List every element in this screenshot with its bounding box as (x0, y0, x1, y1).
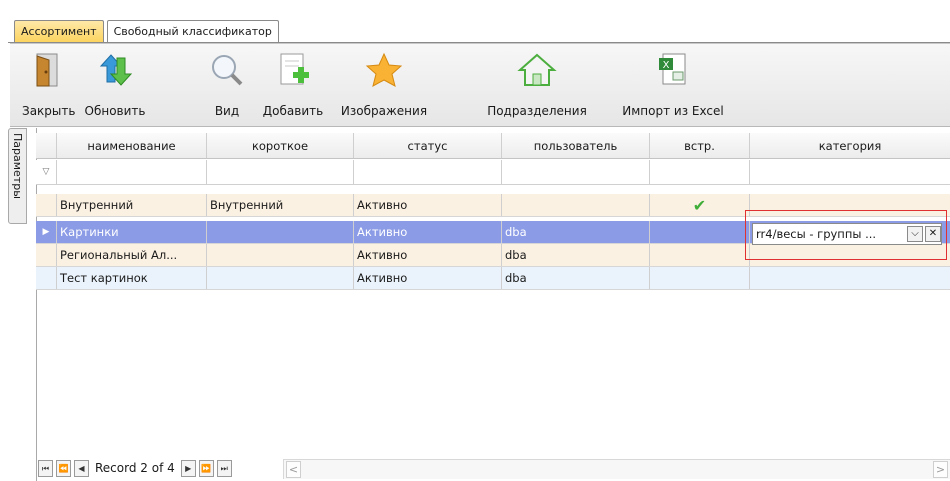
ribbon-toolbar: Закрыть Обновить Вид Добавить Изображени… (10, 43, 950, 127)
table-row[interactable]: Тест картинок Активно dba (36, 267, 950, 290)
cell-user[interactable] (502, 194, 650, 216)
category-combobox-value: rr4/весы - группы ... (756, 227, 877, 241)
column-header-builtin[interactable]: встр. (650, 133, 750, 158)
checkmark-icon[interactable]: ✔ (650, 194, 750, 216)
first-record-icon[interactable]: ⏮ (38, 459, 53, 477)
row-pointer-icon: ▶ (36, 221, 57, 243)
cell-status[interactable]: Активно (354, 221, 502, 243)
images-button[interactable]: Изображения (338, 44, 430, 128)
cell-user[interactable]: dba (502, 221, 650, 243)
view-button[interactable]: Вид (208, 44, 246, 128)
refresh-arrows-icon (99, 54, 133, 86)
column-header-short[interactable]: короткое (207, 133, 354, 158)
parameters-label: Параметры (11, 133, 24, 199)
parameters-side-tab[interactable]: Параметры (8, 128, 27, 224)
header-indicator (36, 133, 57, 158)
filter-cell-status[interactable] (354, 160, 502, 184)
column-header-user[interactable]: пользователь (502, 133, 650, 158)
row-indicator (36, 194, 57, 216)
next-record-icon[interactable]: ▶ (180, 459, 196, 477)
next-page-icon[interactable]: ⏩ (198, 459, 214, 477)
cell-status[interactable]: Активно (354, 194, 502, 216)
prev-record-icon[interactable]: ◀ (74, 459, 89, 477)
house-icon (517, 53, 557, 86)
images-label: Изображения (340, 104, 428, 118)
tab-strip: Ассортимент Свободный классификатор (14, 20, 282, 43)
cell-name[interactable]: Тест картинок (57, 267, 207, 289)
horizontal-scrollbar[interactable]: < > (283, 459, 950, 479)
filter-icon: ▽ (36, 160, 57, 184)
add-button[interactable]: Добавить (256, 44, 330, 128)
cell-user[interactable]: dba (502, 267, 650, 289)
cell-name[interactable]: Картинки (57, 221, 207, 243)
filter-cell-short[interactable] (207, 160, 354, 184)
filter-cell-category[interactable] (750, 160, 950, 184)
cell-status[interactable]: Активно (354, 267, 502, 289)
add-document-icon (280, 53, 309, 85)
cell-short[interactable] (207, 244, 354, 266)
cell-builtin[interactable] (650, 267, 750, 289)
cell-short[interactable]: Внутренний (207, 194, 354, 216)
departments-label: Подразделения (487, 104, 587, 118)
door-icon (36, 53, 58, 87)
tab-free-classifier[interactable]: Свободный классификатор (106, 20, 279, 43)
cell-builtin[interactable] (650, 221, 750, 243)
filter-cell-user[interactable] (502, 160, 650, 184)
close-button[interactable]: Закрыть (22, 44, 76, 128)
svg-text:X: X (663, 60, 670, 71)
cell-status[interactable]: Активно (354, 244, 502, 266)
prev-page-icon[interactable]: ⏪ (56, 459, 71, 477)
cell-user[interactable]: dba (502, 244, 650, 266)
refresh-label: Обновить (84, 104, 146, 118)
tab-assortment[interactable]: Ассортимент (14, 20, 104, 43)
import-excel-label: Импорт из Excel (622, 104, 724, 118)
close-icon[interactable]: ✕ (925, 226, 941, 242)
cell-short[interactable] (207, 267, 354, 289)
add-label: Добавить (262, 104, 324, 118)
filter-row: ▽ (36, 160, 950, 185)
refresh-button[interactable]: Обновить (80, 44, 150, 128)
filter-cell-builtin[interactable] (650, 160, 750, 184)
import-excel-button[interactable]: X Импорт из Excel (614, 44, 732, 128)
scroll-right-icon[interactable]: > (933, 461, 948, 478)
departments-button[interactable]: Подразделения (480, 44, 594, 128)
column-header-status[interactable]: статус (354, 133, 502, 158)
magnifier-icon (212, 55, 243, 86)
column-header-name[interactable]: наименование (57, 133, 207, 158)
record-navigator: ⏮ ⏪ ◀ Record 2 of 4 ▶ ⏩ ⏭ (38, 458, 235, 478)
last-record-icon[interactable]: ⏭ (216, 459, 232, 477)
cell-category[interactable] (750, 267, 950, 289)
cell-name[interactable]: Внутренний (57, 194, 207, 216)
category-combobox[interactable]: rr4/весы - группы ... ⌵ ✕ (752, 223, 942, 245)
filter-cell-name[interactable] (57, 160, 207, 184)
cell-short[interactable] (207, 221, 354, 243)
star-icon (365, 52, 403, 87)
excel-icon: X (659, 53, 686, 85)
cell-builtin[interactable] (650, 244, 750, 266)
record-counter: Record 2 of 4 (95, 461, 175, 475)
chevron-down-icon[interactable]: ⌵ (907, 226, 923, 242)
scroll-left-icon[interactable]: < (286, 461, 301, 478)
row-indicator (36, 267, 57, 289)
grid-header: наименование короткое статус пользовател… (36, 133, 950, 159)
view-label: Вид (214, 104, 240, 118)
cell-name[interactable]: Региональный Ал... (57, 244, 207, 266)
column-header-category[interactable]: категория (750, 133, 950, 158)
close-label: Закрыть (22, 104, 76, 118)
row-indicator (36, 244, 57, 266)
